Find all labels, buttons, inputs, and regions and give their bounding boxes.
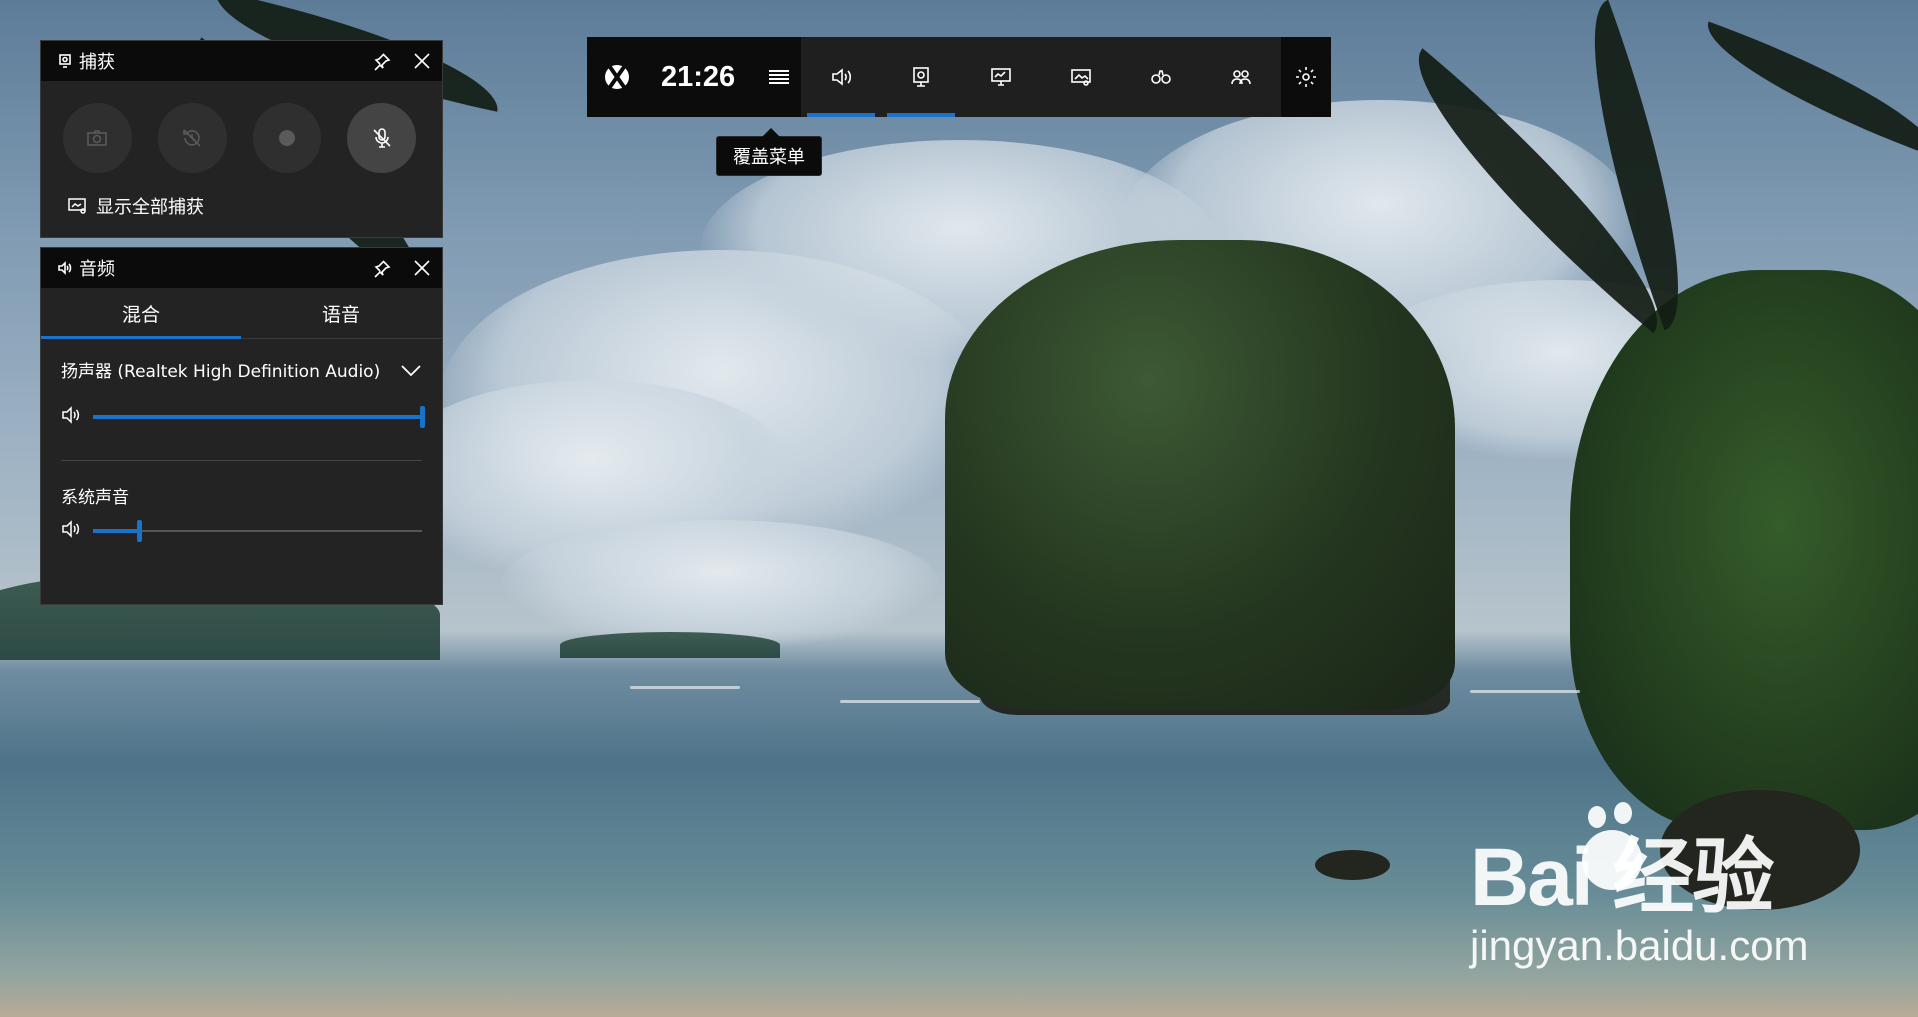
system-sounds-volume-thumb[interactable]: [137, 520, 143, 542]
mic-toggle-button[interactable]: [347, 103, 416, 173]
gallery-icon: [68, 198, 86, 214]
tab-mix[interactable]: 混合: [41, 288, 241, 339]
looking-for-group-button[interactable]: [1121, 37, 1201, 117]
looking-for-group-icon: [1151, 70, 1171, 84]
performance-icon: [991, 68, 1011, 86]
gallery-widget-button[interactable]: [1041, 37, 1121, 117]
pin-icon[interactable]: [372, 258, 392, 278]
widget-toolbar: [801, 37, 1281, 117]
audio-tabs: 混合 语音: [41, 288, 442, 339]
game-bar: 21:26: [587, 37, 1331, 117]
show-all-captures-label: 显示全部捕获: [96, 197, 204, 218]
capture-widget-titlebar[interactable]: 捕获: [41, 41, 442, 81]
overlay-menu-icon[interactable]: [769, 70, 789, 84]
device-volume-fill: [93, 415, 422, 419]
xbox-social-button[interactable]: [1201, 37, 1281, 117]
output-device-select[interactable]: 扬声器 (Realtek High Definition Audio): [61, 357, 422, 382]
system-sounds-volume-fill: [93, 529, 140, 533]
device-volume-thumb[interactable]: [420, 406, 425, 428]
capture-icon: [913, 67, 929, 87]
record-last-30s-button[interactable]: [157, 103, 227, 173]
capture-widget-button[interactable]: [881, 37, 961, 117]
close-icon[interactable]: [412, 258, 432, 278]
audio-widget: 音频 混合 语音 扬声器 (Realtek High Definition Au…: [40, 247, 443, 605]
gear-icon: [1296, 67, 1316, 87]
mic-off-icon: [373, 128, 391, 148]
speaker-icon: [61, 406, 81, 428]
game-bar-home: 21:26: [587, 37, 801, 117]
pin-icon[interactable]: [372, 51, 392, 71]
audio-widget-title: 音频: [79, 259, 115, 280]
record-icon: [278, 130, 295, 146]
audio-widget-button[interactable]: [801, 37, 881, 117]
device-volume-track[interactable]: [93, 406, 425, 428]
system-sounds-volume-track[interactable]: [93, 520, 422, 542]
audio-widget-titlebar[interactable]: 音频: [41, 248, 442, 288]
app-name-system-sounds: 系统声音: [61, 488, 129, 508]
volume-icon: [832, 68, 852, 86]
speaker-icon: [61, 520, 81, 542]
screenshot-button[interactable]: [63, 103, 132, 173]
capture-buttons: [63, 103, 442, 173]
close-icon[interactable]: [412, 51, 432, 71]
start-recording-button[interactable]: [252, 103, 322, 173]
capture-widget-icon: [57, 53, 73, 69]
settings-button[interactable]: [1281, 37, 1331, 117]
record-last-icon: [183, 129, 201, 147]
xbox-social-icon: [1231, 70, 1251, 85]
clock: 21:26: [661, 60, 736, 93]
watermark-url: jingyan.baidu.com: [1470, 922, 1809, 969]
system-sounds-volume-slider[interactable]: [61, 520, 422, 542]
audio-widget-icon: [57, 260, 73, 276]
baidu-watermark: Bai 经验 jingyan.baidu.com: [1470, 802, 1890, 990]
gallery-icon: [1071, 69, 1091, 86]
xbox-logo-icon[interactable]: [605, 65, 629, 89]
capture-widget-title: 捕获: [79, 52, 115, 73]
divider: [61, 460, 422, 461]
capture-widget: 捕获 显示全部捕获: [40, 40, 443, 238]
device-volume-slider[interactable]: [61, 406, 425, 428]
tab-voice[interactable]: 语音: [241, 288, 441, 338]
performance-widget-button[interactable]: [961, 37, 1041, 117]
camera-icon: [87, 130, 108, 146]
output-device-label: 扬声器 (Realtek High Definition Audio): [61, 362, 381, 382]
overlay-menu-tooltip: 覆盖菜单: [716, 128, 822, 176]
show-all-captures-link[interactable]: 显示全部捕获: [68, 193, 442, 219]
chevron-down-icon: [401, 364, 421, 376]
